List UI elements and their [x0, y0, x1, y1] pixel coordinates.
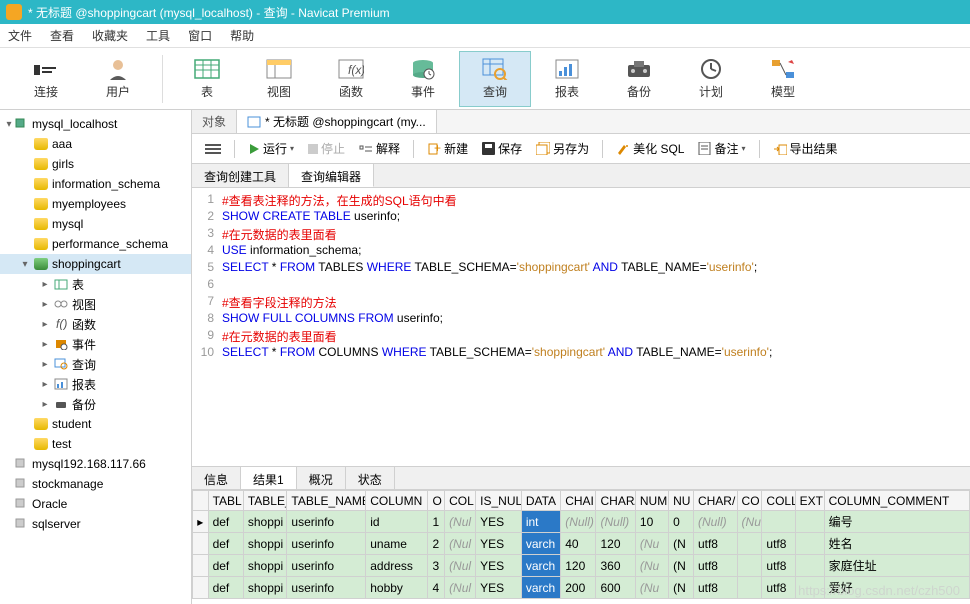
- tab-status[interactable]: 状态: [346, 467, 395, 489]
- tree-node-表[interactable]: ▸表: [0, 274, 191, 294]
- svg-text:f(x): f(x): [348, 63, 364, 77]
- tree-db-mysql[interactable]: mysql: [0, 214, 191, 234]
- tree-node-函数[interactable]: ▸f()函数: [0, 314, 191, 334]
- tool-function[interactable]: f(x)函数: [315, 51, 387, 107]
- sidebar: ▾mysql_localhost aaagirlsinformation_sch…: [0, 110, 192, 604]
- tree-node-视图[interactable]: ▸视图: [0, 294, 191, 314]
- menu-tools[interactable]: 工具: [146, 27, 170, 44]
- content-tabs: 对象 * 无标题 @shoppingcart (my...: [192, 110, 970, 134]
- stop-button[interactable]: 停止: [303, 138, 350, 159]
- save-button[interactable]: 保存: [477, 138, 527, 159]
- app-logo-icon: [6, 4, 22, 20]
- tree-node-查询[interactable]: ▸查询: [0, 354, 191, 374]
- tool-query[interactable]: 查询: [459, 51, 531, 107]
- tree-db-performance_schema[interactable]: performance_schema: [0, 234, 191, 254]
- query-actionbar: 运行▾ 停止 解释 +新建 保存 另存为 美化 SQL 备注▾ 导出结果: [192, 134, 970, 164]
- menu-window[interactable]: 窗口: [188, 27, 212, 44]
- window-title: * 无标题 @shoppingcart (mysql_localhost) - …: [28, 4, 390, 21]
- tree-db-aaa[interactable]: aaa: [0, 134, 191, 154]
- tree-node-备份[interactable]: ▸备份: [0, 394, 191, 414]
- menu-help[interactable]: 帮助: [230, 27, 254, 44]
- tool-model[interactable]: 模型: [747, 51, 819, 107]
- tree-node-报表[interactable]: ▸报表: [0, 374, 191, 394]
- tool-report[interactable]: 报表: [531, 51, 603, 107]
- tree-db-shoppingcart[interactable]: ▾shoppingcart: [0, 254, 191, 274]
- main-toolbar: 连接 用户 表 视图 f(x)函数 事件 查询 报表 备份 计划 模型: [0, 48, 970, 110]
- menu-favorites[interactable]: 收藏夹: [92, 27, 128, 44]
- titlebar: * 无标题 @shoppingcart (mysql_localhost) - …: [0, 0, 970, 24]
- tree-db-test[interactable]: test: [0, 434, 191, 454]
- tab-info[interactable]: 信息: [192, 467, 241, 489]
- tab-profile[interactable]: 概况: [297, 467, 346, 489]
- tab-query-builder[interactable]: 查询创建工具: [192, 164, 289, 187]
- tree-db-girls[interactable]: girls: [0, 154, 191, 174]
- explain-button[interactable]: 解释: [354, 138, 405, 159]
- tree-node-事件[interactable]: ▸事件: [0, 334, 191, 354]
- tree-conn-Oracle[interactable]: Oracle: [0, 494, 191, 514]
- menu-file[interactable]: 文件: [8, 27, 32, 44]
- tree-db-student[interactable]: student: [0, 414, 191, 434]
- tree-conn-sqlserver[interactable]: sqlserver: [0, 514, 191, 534]
- new-button[interactable]: +新建: [422, 138, 473, 159]
- saveas-button[interactable]: 另存为: [531, 138, 594, 159]
- menubar: 文件 查看 收藏夹 工具 窗口 帮助: [0, 24, 970, 48]
- export-button[interactable]: 导出结果: [768, 138, 843, 159]
- svg-text:+: +: [434, 143, 441, 155]
- tree-db-information_schema[interactable]: information_schema: [0, 174, 191, 194]
- sql-editor[interactable]: 1#查看表注释的方法，在生成的SQL语句中看2SHOW CREATE TABLE…: [192, 188, 970, 466]
- tree-conn-stockmanage[interactable]: stockmanage: [0, 474, 191, 494]
- tool-view[interactable]: 视图: [243, 51, 315, 107]
- query-sub-tabs: 查询创建工具 查询编辑器: [192, 164, 970, 188]
- tree-db-myemployees[interactable]: myemployees: [0, 194, 191, 214]
- tool-schedule[interactable]: 计划: [675, 51, 747, 107]
- tab-query-editor[interactable]: 查询编辑器: [289, 164, 374, 187]
- tool-backup[interactable]: 备份: [603, 51, 675, 107]
- watermark: https://blog.csdn.net/czh500: [798, 583, 960, 598]
- tool-connection[interactable]: 连接: [10, 51, 82, 107]
- menu-button[interactable]: [200, 141, 226, 157]
- beautify-button[interactable]: 美化 SQL: [611, 138, 689, 159]
- result-tabs: 信息 结果1 概况 状态: [192, 466, 970, 490]
- svg-text:f(): f(): [56, 318, 67, 330]
- tab-result1[interactable]: 结果1: [241, 467, 297, 489]
- menu-view[interactable]: 查看: [50, 27, 74, 44]
- tab-objects[interactable]: 对象: [192, 110, 237, 133]
- tool-table[interactable]: 表: [171, 51, 243, 107]
- tree-conn-mysql-localhost[interactable]: ▾mysql_localhost: [0, 114, 191, 134]
- notes-button[interactable]: 备注▾: [693, 138, 750, 159]
- run-button[interactable]: 运行▾: [243, 138, 299, 159]
- tree-conn-mysql192.168.117.66[interactable]: mysql192.168.117.66: [0, 454, 191, 474]
- connection-tree: ▾mysql_localhost aaagirlsinformation_sch…: [0, 110, 191, 538]
- tool-user[interactable]: 用户: [82, 51, 154, 107]
- tool-event[interactable]: 事件: [387, 51, 459, 107]
- tab-query[interactable]: * 无标题 @shoppingcart (my...: [237, 110, 437, 133]
